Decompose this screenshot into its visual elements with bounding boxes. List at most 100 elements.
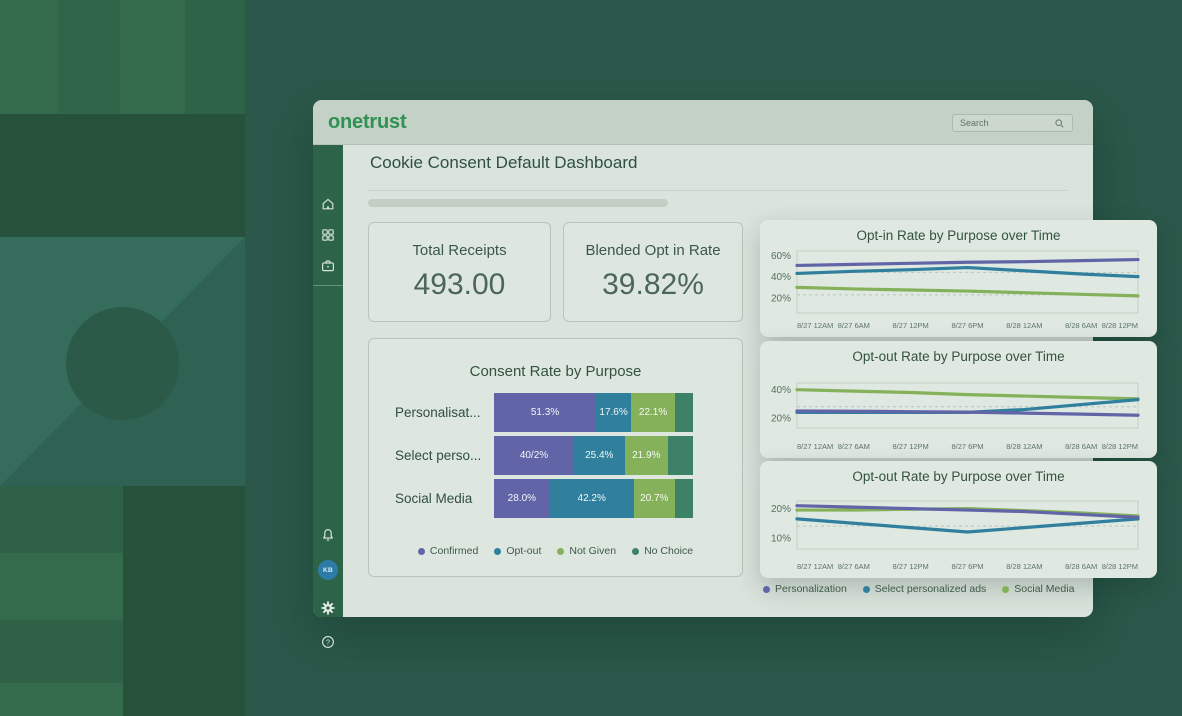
svg-text:8/27 12AM: 8/27 12AM	[797, 442, 833, 451]
background-square	[0, 486, 123, 553]
svg-text:8/27 12AM: 8/27 12AM	[797, 321, 833, 330]
svg-text:8/28 12AM: 8/28 12AM	[1006, 442, 1042, 451]
stat-card-total-receipts: Total Receipts 493.00	[368, 222, 551, 322]
svg-text:8/27 12PM: 8/27 12PM	[893, 442, 929, 451]
opt-in-rate-chart-card: Opt-in Rate by Purpose over Time 60%40%2…	[760, 220, 1157, 337]
line-series-social-media	[797, 390, 1138, 399]
background-square	[0, 620, 123, 683]
sidebar: KB ?	[313, 145, 343, 617]
svg-text:8/27 6AM: 8/27 6AM	[838, 562, 870, 571]
stacked-bar: 51.3%17.6%22.1%	[494, 393, 693, 432]
search-icon	[1054, 118, 1065, 129]
legend-dot	[494, 548, 501, 555]
bell-icon[interactable]	[320, 527, 336, 543]
svg-text:20%: 20%	[771, 294, 791, 305]
line-chart-plot: 60% 40% 20% 8/27 12AM 8/27 6AM 8/27 12PM 8/27 …	[760, 220, 1157, 337]
svg-text:40%: 40%	[771, 272, 791, 283]
sidebar-divider	[313, 285, 343, 286]
line-chart-plot: 40%20%8/27 12AM8/27 6AM8/27 12PM8/27 6PM…	[760, 341, 1157, 458]
svg-text:8/27 6PM: 8/27 6PM	[951, 562, 983, 571]
stat-value: 39.82%	[564, 268, 742, 302]
chart-title: Consent Rate by Purpose	[369, 363, 742, 380]
legend-item-confirmed: Confirmed	[418, 545, 478, 557]
bar-segment-no-choice	[675, 393, 693, 432]
gear-icon[interactable]	[320, 600, 336, 616]
background-circle	[66, 307, 179, 420]
svg-text:8/27 6PM: 8/27 6PM	[951, 321, 983, 330]
background-square	[185, 0, 245, 114]
svg-text:8/28 6AM: 8/28 6AM	[1065, 442, 1097, 451]
svg-text:8/27 12PM: 8/27 12PM	[893, 321, 929, 330]
legend-dot	[1002, 586, 1009, 593]
bar-segment-not-given: 20.7%	[634, 479, 675, 518]
consent-legend: Confirmed Opt-out Not Given No Choice	[369, 545, 742, 557]
legend-dot	[557, 548, 564, 555]
opt-out-rate-chart-card-2: Opt-out Rate by Purpose over Time 20%10%…	[760, 461, 1157, 578]
background-band	[0, 237, 245, 486]
stat-label: Blended Opt in Rate	[564, 242, 742, 259]
bar-segment-no-choice	[675, 479, 693, 518]
svg-text:40%: 40%	[771, 385, 791, 396]
legend-item-social-media: Social Media	[1002, 583, 1074, 595]
consent-row-select-perso: Select perso...40/2%25.4%21.9%	[395, 436, 693, 475]
consent-row-personalisat: Personalisat...51.3%17.6%22.1%	[395, 393, 693, 432]
legend-item-no-choice: No Choice	[632, 545, 693, 557]
legend-item-not-given: Not Given	[557, 545, 616, 557]
svg-text:20%: 20%	[771, 504, 791, 515]
background-rect-dark	[123, 486, 245, 716]
legend-label: Social Media	[1014, 583, 1074, 595]
background-rect-dark	[0, 114, 245, 237]
line-chart-plot: 20%10%8/27 12AM8/27 6AM8/27 12PM8/27 6PM…	[760, 461, 1157, 578]
series-legend: Personalization Select personalized ads So…	[763, 583, 1074, 595]
svg-text:8/27 6AM: 8/27 6AM	[838, 442, 870, 451]
svg-text:60%: 60%	[771, 251, 791, 262]
onetrust-logo: onetrust	[328, 111, 406, 134]
svg-text:?: ?	[326, 638, 330, 647]
bar-segment-confirmed: 40/2%	[494, 436, 574, 475]
legend-label: Not Given	[569, 545, 616, 557]
briefcase-icon[interactable]	[320, 258, 336, 274]
legend-label: No Choice	[644, 545, 693, 557]
legend-label: Opt-out	[506, 545, 541, 557]
stat-card-blended-opt-in-rate: Blended Opt in Rate 39.82%	[563, 222, 743, 322]
legend-label: Confirmed	[430, 545, 478, 557]
line-series-select-personalized-ads	[797, 519, 1138, 532]
legend-dot	[763, 586, 770, 593]
legend-label: Select personalized ads	[875, 583, 987, 595]
opt-out-rate-chart-card-1: Opt-out Rate by Purpose over Time 40%20%…	[760, 341, 1157, 458]
bar-segment-opt-out: 25.4%	[574, 436, 625, 475]
svg-text:8/28 12PM: 8/28 12PM	[1102, 562, 1138, 571]
home-icon[interactable]	[320, 196, 336, 212]
svg-text:8/27 12AM: 8/27 12AM	[797, 562, 833, 571]
stat-label: Total Receipts	[369, 242, 550, 259]
legend-label: Personalization	[775, 583, 847, 595]
app-topbar: onetrust Search	[313, 100, 1093, 145]
bar-segment-no-choice	[668, 436, 693, 475]
line-series-personalization	[797, 260, 1138, 266]
search-placeholder: Search	[960, 118, 989, 128]
legend-item-select-personalized-ads: Select personalized ads	[863, 583, 987, 595]
background-square	[0, 0, 58, 114]
bar-segment-opt-out: 17.6%	[596, 393, 631, 432]
background-square	[0, 683, 123, 716]
avatar[interactable]: KB	[318, 560, 338, 580]
svg-text:8/28 12AM: 8/28 12AM	[1006, 562, 1042, 571]
consent-rate-chart-card: Consent Rate by Purpose Personalisat...5…	[368, 338, 743, 577]
bar-segment-not-given: 22.1%	[631, 393, 675, 432]
title-divider	[368, 190, 1068, 191]
grid-icon[interactable]	[320, 227, 336, 243]
legend-dot	[418, 548, 425, 555]
help-icon[interactable]: ?	[320, 634, 336, 650]
background-square	[120, 0, 185, 114]
legend-dot	[632, 548, 639, 555]
legend-item-opt-out: Opt-out	[494, 545, 541, 557]
stat-value: 493.00	[369, 268, 550, 302]
svg-text:8/27 6AM: 8/27 6AM	[838, 321, 870, 330]
bar-segment-opt-out: 42.2%	[550, 479, 634, 518]
bar-segment-not-given: 21.9%	[625, 436, 669, 475]
background-square	[58, 0, 120, 114]
consent-rows: Personalisat...51.3%17.6%22.1% Select per…	[395, 393, 693, 522]
svg-text:8/28 12PM: 8/28 12PM	[1102, 321, 1138, 330]
svg-text:8/28 6AM: 8/28 6AM	[1065, 321, 1097, 330]
search-box[interactable]: Search	[952, 114, 1073, 132]
